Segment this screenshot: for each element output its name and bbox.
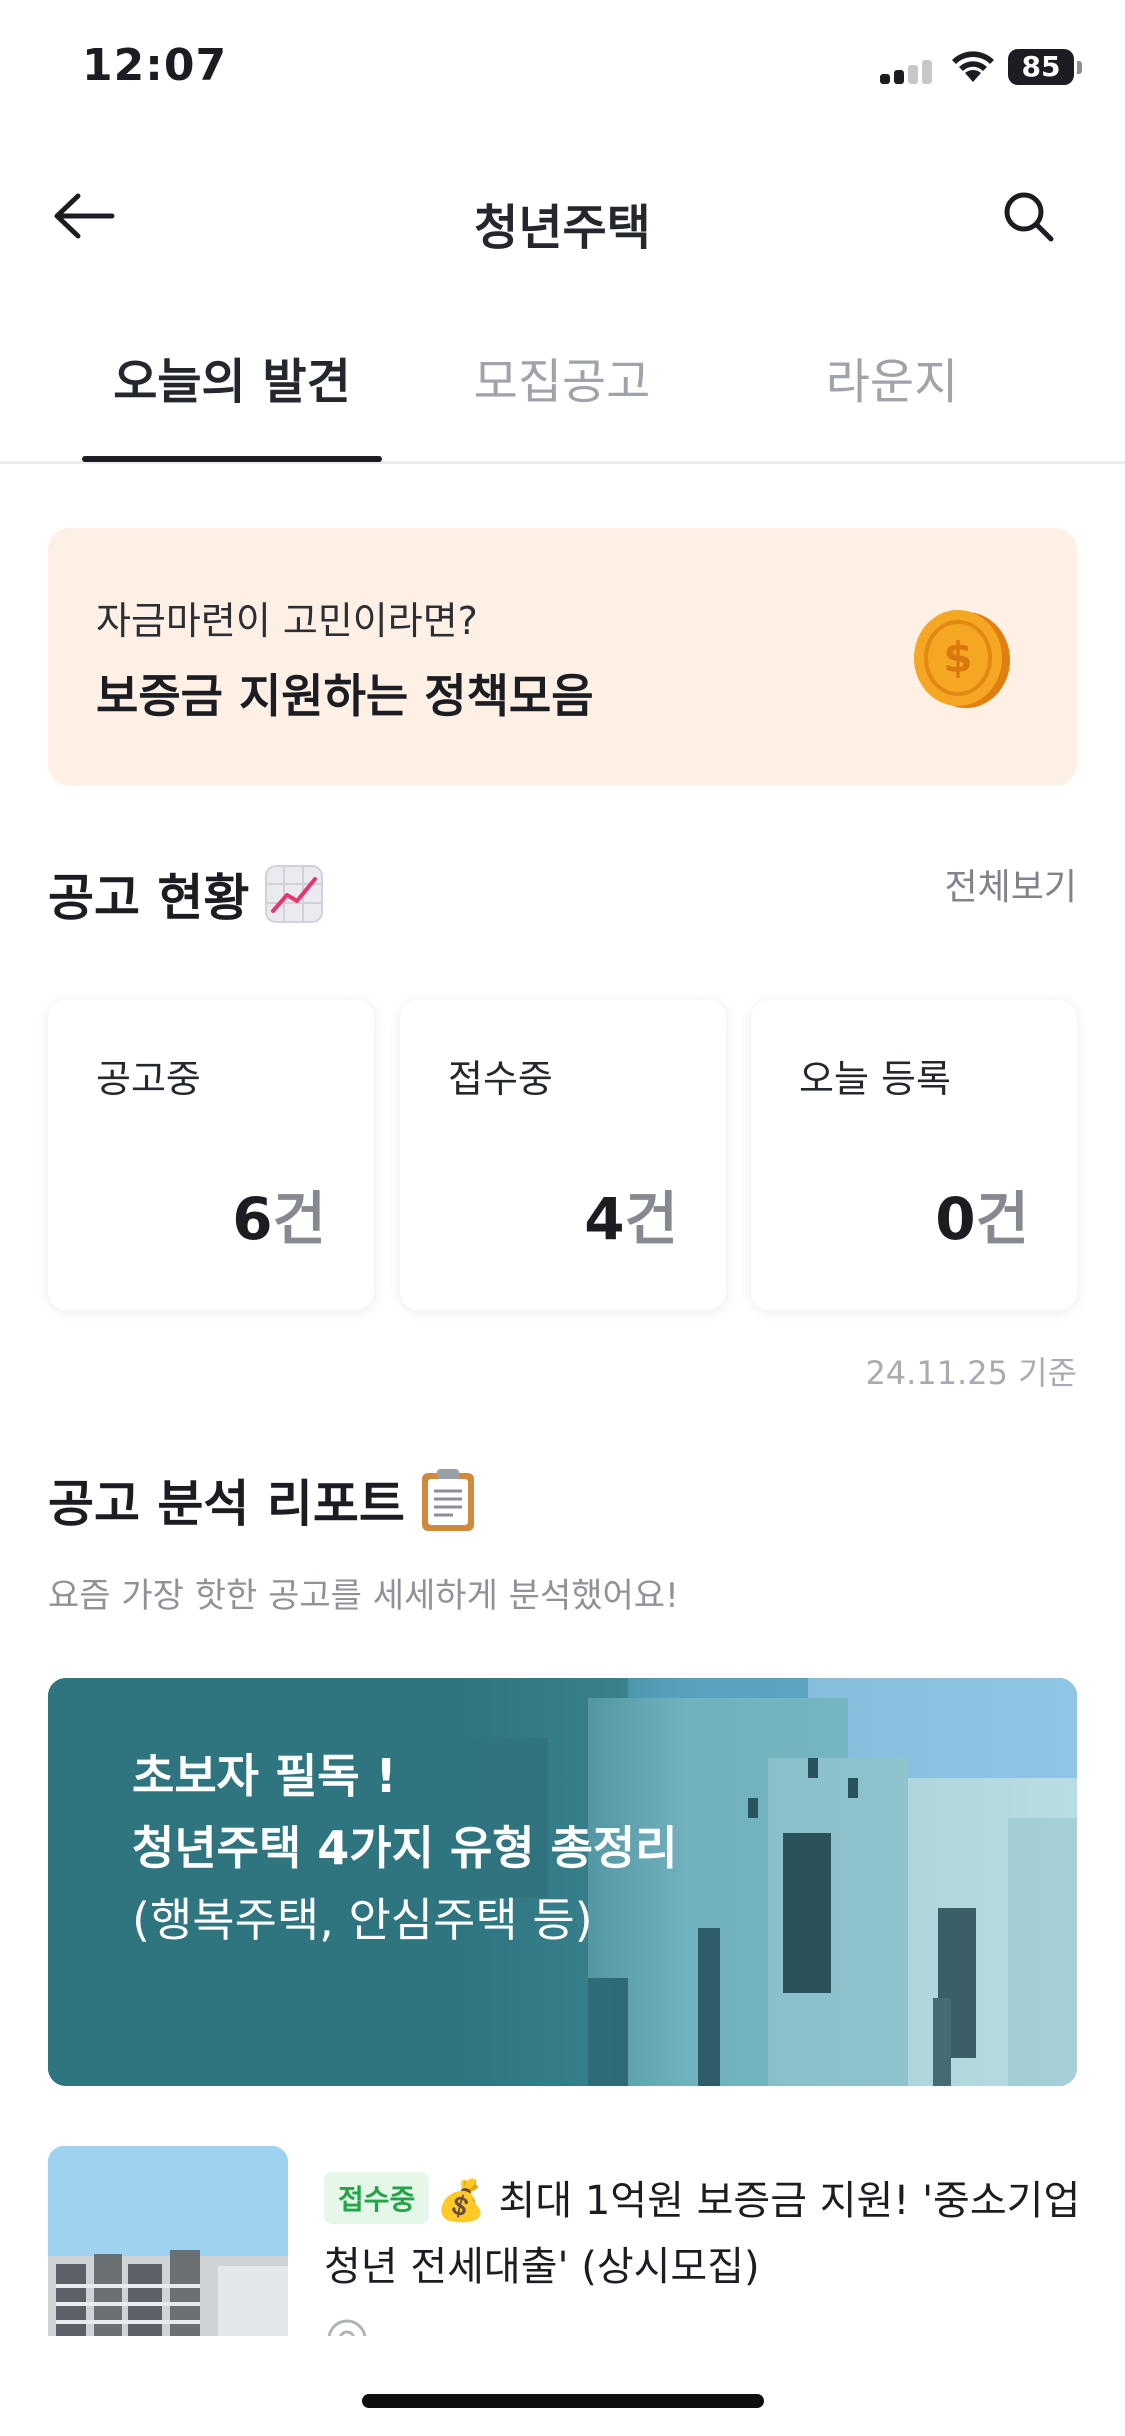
stat-value: 6건 [232, 1185, 326, 1253]
stat-value: 0건 [935, 1185, 1029, 1253]
thumbnail-image [48, 2146, 288, 2336]
search-icon [1004, 192, 1054, 242]
report-banner-text: 초보자 필독 ! 청년주택 4가지 유형 총정리 (행복주택, 안심주택 등) [132, 1740, 678, 1956]
report-section-title: 공고 분석 리포트 [48, 1464, 477, 1536]
chart-increasing-icon [265, 865, 324, 923]
status-bar: 12:07 85 [0, 0, 1125, 140]
stat-value: 4건 [584, 1185, 678, 1253]
report-line-1: 초보자 필독 ! [132, 1749, 397, 1803]
active-tab-indicator [82, 456, 382, 462]
list-item[interactable]: 💰 최대 1억원 보증금 지원! '중소기업청년 전세대출' (상시모집) 접수… [48, 2146, 1077, 2336]
promo-title: 보증금 지원하는 정책모음 [96, 669, 594, 723]
stat-card-receiving[interactable]: 접수중 4건 [400, 1000, 726, 1310]
tab-today[interactable]: 오늘의 발견 [67, 342, 397, 412]
wifi-icon [952, 51, 994, 82]
report-subtitle: 요즘 가장 핫한 공고를 세세하게 분석했어요! [48, 1576, 679, 1616]
battery-indicator: 85 [1008, 49, 1074, 85]
tab-lounge[interactable]: 라운지 [727, 342, 1057, 412]
clipboard-icon [421, 1469, 474, 1531]
coin-icon: $ [914, 610, 1010, 708]
eye-icon [327, 2319, 367, 2336]
see-all-link[interactable]: 전체보기 [920, 858, 1077, 910]
status-badge: 접수중 [324, 2172, 430, 2224]
tab-announcements[interactable]: 모집공고 [397, 342, 727, 412]
stat-label: 오늘 등록 [799, 1057, 951, 1101]
stat-label: 공고중 [96, 1057, 201, 1101]
status-section-title: 공고 현황 [48, 858, 325, 930]
search-button[interactable] [990, 178, 1066, 254]
home-indicator [362, 2394, 764, 2408]
as-of-date: 24.11.25 기준 [865, 1354, 1077, 1392]
status-section-title-text: 공고 현황 [48, 869, 250, 927]
list-item-title: 💰 최대 1억원 보증금 지원! '중소기업청년 전세대출' (상시모집) [324, 2178, 1077, 2290]
battery-cap [1077, 61, 1082, 74]
stat-card-open[interactable]: 공고중 6건 [48, 1000, 374, 1310]
stat-card-today[interactable]: 오늘 등록 0건 [751, 1000, 1077, 1310]
stat-label: 접수중 [448, 1057, 553, 1101]
promo-subtitle: 자금마련이 고민이라면? [96, 599, 478, 643]
svg-text:$: $ [943, 633, 972, 682]
status-time: 12:07 [82, 40, 228, 91]
report-banner[interactable]: 초보자 필독 ! 청년주택 4가지 유형 총정리 (행복주택, 안심주택 등) [48, 1678, 1077, 2086]
report-section-title-text: 공고 분석 리포트 [48, 1475, 405, 1533]
cellular-signal-icon [880, 58, 934, 84]
report-line-3: (행복주택, 안심주택 등) [132, 1893, 593, 1947]
page-title: 청년주택 [474, 200, 651, 256]
navigation-bar: 청년주택 [0, 160, 1125, 270]
tab-bar: 오늘의 발견 모집공고 라운지 [0, 320, 1125, 464]
report-line-2: 청년주택 4가지 유형 총정리 [132, 1821, 678, 1875]
deposit-support-banner[interactable]: 자금마련이 고민이라면? 보증금 지원하는 정책모음 $ [48, 528, 1077, 786]
